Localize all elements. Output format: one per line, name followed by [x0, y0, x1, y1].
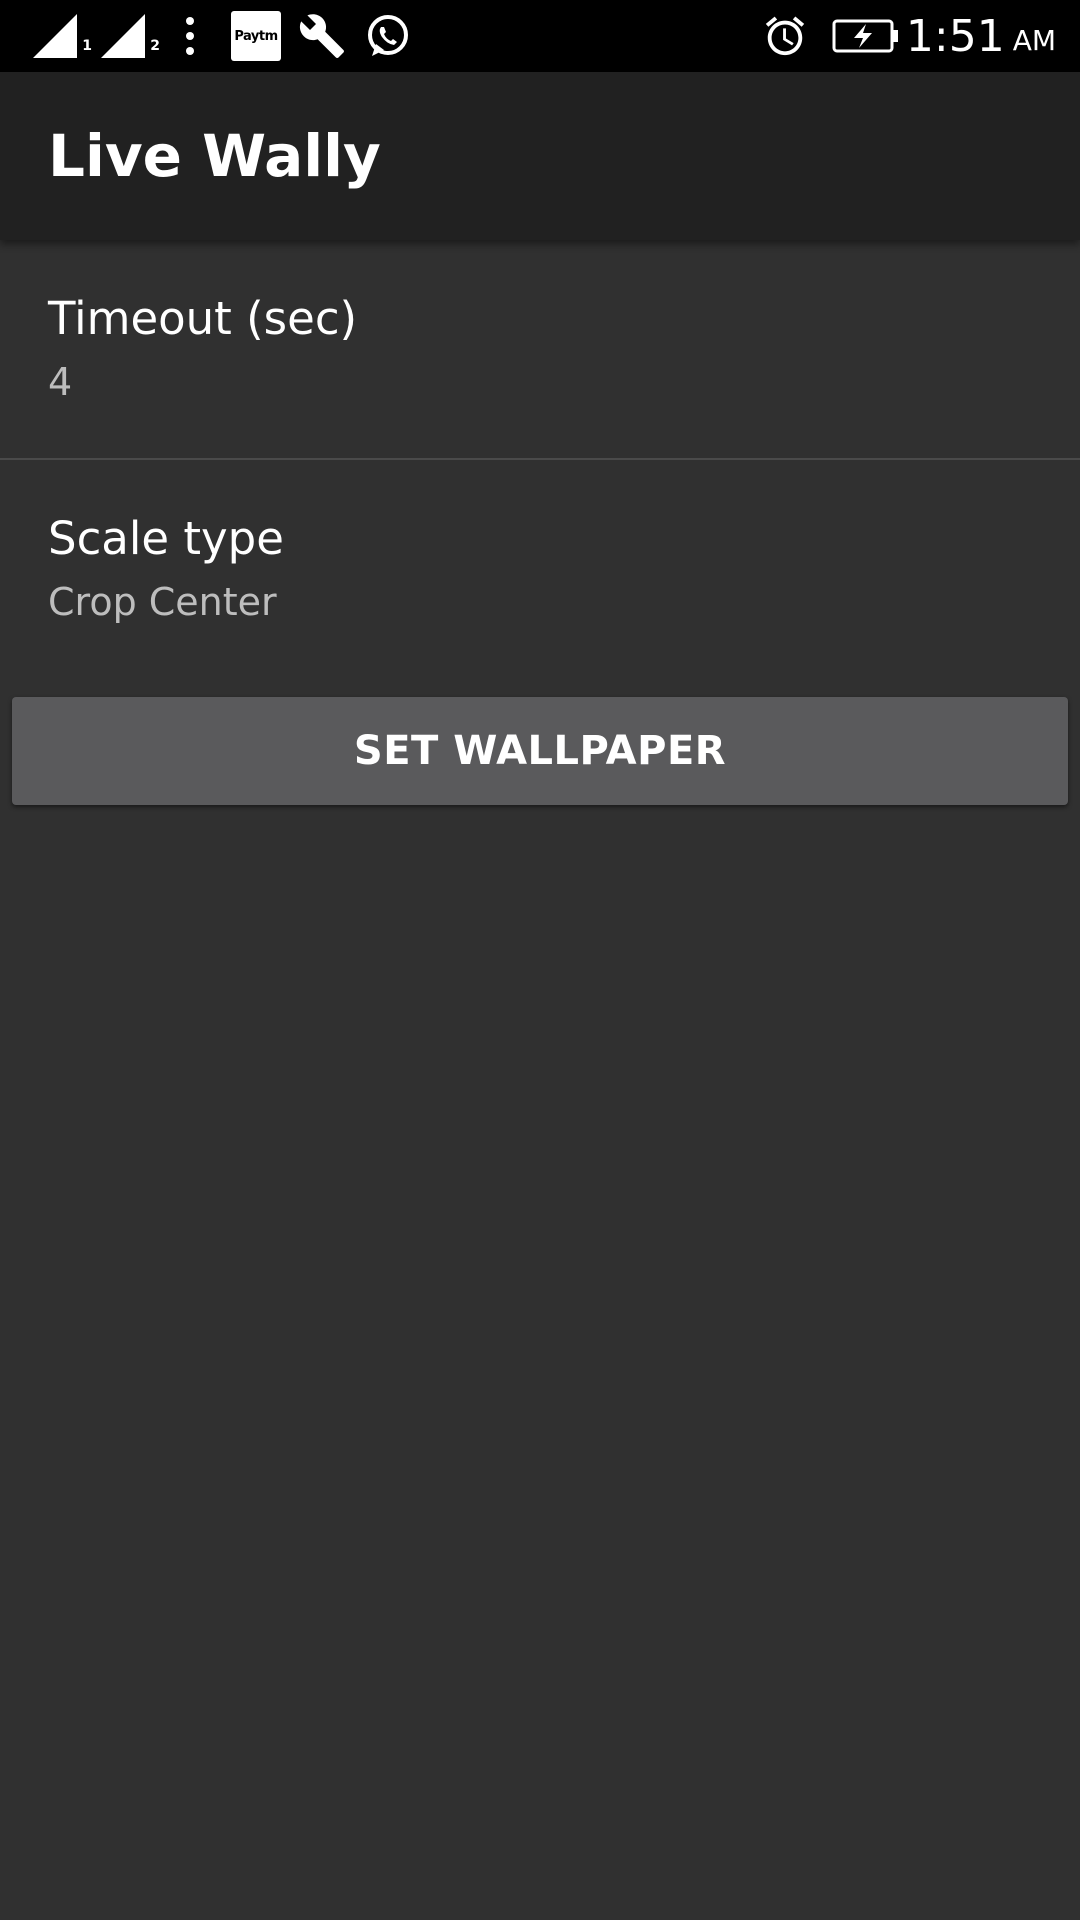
app-bar: Live Wally: [0, 72, 1080, 240]
signal-sim1-icon: 1: [28, 0, 92, 72]
pref-summary-timeout: 4: [48, 360, 73, 404]
whatsapp-icon: [362, 0, 414, 72]
pref-title-scale-type: Scale type: [48, 512, 284, 565]
pref-item-timeout[interactable]: Timeout (sec) 4: [0, 240, 1080, 460]
set-wallpaper-button[interactable]: SET WALLPAPER: [12, 697, 1068, 805]
status-clock: 1:51 AM: [906, 0, 1056, 72]
pref-summary-scale-type: Crop Center: [48, 580, 277, 624]
alarm-icon: [758, 0, 812, 72]
more-vert-icon: [172, 0, 208, 72]
clock-time: 1:51: [905, 10, 1005, 62]
paytm-icon: Paytm: [230, 0, 282, 72]
wrench-icon: [296, 0, 348, 72]
page-title: Live Wally: [48, 122, 381, 190]
pref-item-scale-type[interactable]: Scale type Crop Center: [0, 460, 1080, 680]
battery-charging-icon: [830, 0, 902, 72]
status-bar: 1 2 Paytm 1:51 AM: [0, 0, 1080, 72]
clock-ampm: AM: [1012, 23, 1056, 57]
sim1-label: 1: [82, 38, 92, 54]
signal-sim2-icon: 2: [96, 0, 160, 72]
paytm-label: Paytm: [231, 11, 281, 61]
sim2-label: 2: [150, 38, 160, 54]
pref-title-timeout: Timeout (sec): [48, 292, 358, 345]
